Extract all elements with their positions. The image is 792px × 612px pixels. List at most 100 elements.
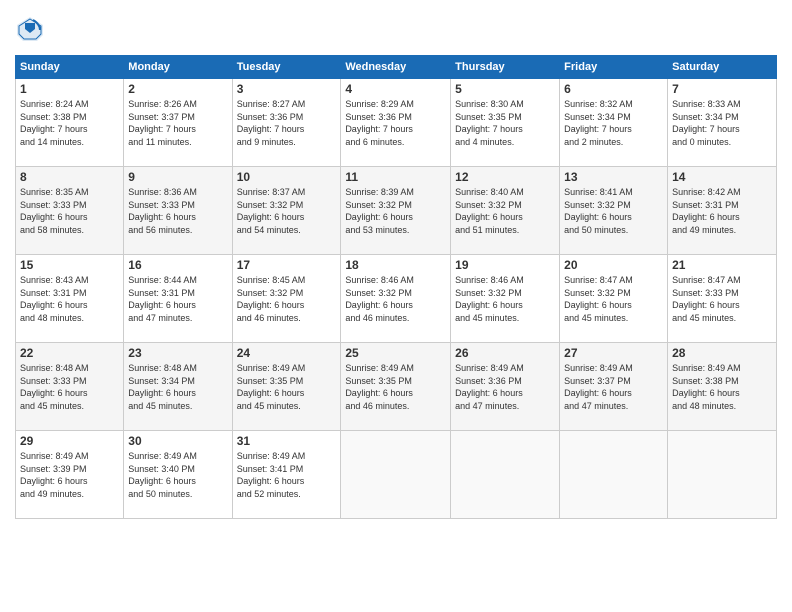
calendar-cell: 28 Sunrise: 8:49 AM Sunset: 3:38 PM Dayli… bbox=[668, 343, 777, 431]
day-info: Sunrise: 8:39 AM Sunset: 3:32 PM Dayligh… bbox=[345, 186, 446, 236]
day-info: Sunrise: 8:47 AM Sunset: 3:32 PM Dayligh… bbox=[564, 274, 663, 324]
day-header-tuesday: Tuesday bbox=[232, 56, 341, 79]
day-info: Sunrise: 8:49 AM Sunset: 3:37 PM Dayligh… bbox=[564, 362, 663, 412]
calendar-cell: 19 Sunrise: 8:46 AM Sunset: 3:32 PM Dayli… bbox=[451, 255, 560, 343]
day-info: Sunrise: 8:36 AM Sunset: 3:33 PM Dayligh… bbox=[128, 186, 227, 236]
calendar-cell: 23Sunrise: 8:48 AM Sunset: 3:34 PM Dayli… bbox=[124, 343, 232, 431]
day-info: Sunrise: 8:47 AM Sunset: 3:33 PM Dayligh… bbox=[672, 274, 772, 324]
calendar-week-5: 29 Sunrise: 8:49 AM Sunset: 3:39 PM Dayli… bbox=[16, 431, 777, 519]
day-number: 25 bbox=[345, 346, 446, 360]
logo bbox=[15, 15, 49, 45]
day-number: 15 bbox=[20, 258, 119, 272]
calendar-cell: 4 Sunrise: 8:29 AM Sunset: 3:36 PM Daylig… bbox=[341, 79, 451, 167]
day-number: 10 bbox=[237, 170, 337, 184]
day-info: Sunrise: 8:49 AM Sunset: 3:36 PM Dayligh… bbox=[455, 362, 555, 412]
calendar-cell: 3 Sunrise: 8:27 AM Sunset: 3:36 PM Daylig… bbox=[232, 79, 341, 167]
day-number: 19 bbox=[455, 258, 555, 272]
day-number: 28 bbox=[672, 346, 772, 360]
day-number: 9 bbox=[128, 170, 227, 184]
day-info: Sunrise: 8:44 AM Sunset: 3:31 PM Dayligh… bbox=[128, 274, 227, 324]
day-number: 4 bbox=[345, 82, 446, 96]
day-header-monday: Monday bbox=[124, 56, 232, 79]
calendar-week-4: 22 Sunrise: 8:48 AM Sunset: 3:33 PM Dayli… bbox=[16, 343, 777, 431]
day-number: 3 bbox=[237, 82, 337, 96]
day-info: Sunrise: 8:46 AM Sunset: 3:32 PM Dayligh… bbox=[455, 274, 555, 324]
day-info: Sunrise: 8:49 AM Sunset: 3:39 PM Dayligh… bbox=[20, 450, 119, 500]
day-info: Sunrise: 8:30 AM Sunset: 3:35 PM Dayligh… bbox=[455, 98, 555, 148]
calendar-cell: 16 Sunrise: 8:44 AM Sunset: 3:31 PM Dayli… bbox=[124, 255, 232, 343]
day-number: 27 bbox=[564, 346, 663, 360]
calendar-cell bbox=[560, 431, 668, 519]
calendar-cell bbox=[668, 431, 777, 519]
calendar-cell: 31 Sunrise: 8:49 AM Sunset: 3:41 PM Dayli… bbox=[232, 431, 341, 519]
day-info: Sunrise: 8:40 AM Sunset: 3:32 PM Dayligh… bbox=[455, 186, 555, 236]
day-number: 21 bbox=[672, 258, 772, 272]
day-number: 16 bbox=[128, 258, 227, 272]
day-number: 31 bbox=[237, 434, 337, 448]
day-number: 12 bbox=[455, 170, 555, 184]
calendar-cell: 15 Sunrise: 8:43 AM Sunset: 3:31 PM Dayli… bbox=[16, 255, 124, 343]
day-info: Sunrise: 8:33 AM Sunset: 3:34 PM Dayligh… bbox=[672, 98, 772, 148]
day-info: Sunrise: 8:49 AM Sunset: 3:40 PM Dayligh… bbox=[128, 450, 227, 500]
header-row: SundayMondayTuesdayWednesdayThursdayFrid… bbox=[16, 56, 777, 79]
day-info: Sunrise: 8:29 AM Sunset: 3:36 PM Dayligh… bbox=[345, 98, 446, 148]
calendar-cell: 9 Sunrise: 8:36 AM Sunset: 3:33 PM Daylig… bbox=[124, 167, 232, 255]
day-number: 18 bbox=[345, 258, 446, 272]
day-number: 29 bbox=[20, 434, 119, 448]
day-info: Sunrise: 8:43 AM Sunset: 3:31 PM Dayligh… bbox=[20, 274, 119, 324]
calendar-cell: 30 Sunrise: 8:49 AM Sunset: 3:40 PM Dayli… bbox=[124, 431, 232, 519]
day-number: 14 bbox=[672, 170, 772, 184]
calendar-week-3: 15 Sunrise: 8:43 AM Sunset: 3:31 PM Dayli… bbox=[16, 255, 777, 343]
calendar-cell: 17 Sunrise: 8:45 AM Sunset: 3:32 PM Dayli… bbox=[232, 255, 341, 343]
day-info: Sunrise: 8:49 AM Sunset: 3:38 PM Dayligh… bbox=[672, 362, 772, 412]
day-header-friday: Friday bbox=[560, 56, 668, 79]
calendar-cell: 20 Sunrise: 8:47 AM Sunset: 3:32 PM Dayli… bbox=[560, 255, 668, 343]
calendar-cell: 2 Sunrise: 8:26 AM Sunset: 3:37 PM Daylig… bbox=[124, 79, 232, 167]
day-info: Sunrise: 8:49 AM Sunset: 3:35 PM Dayligh… bbox=[237, 362, 337, 412]
calendar-cell: 1 Sunrise: 8:24 AM Sunset: 3:38 PM Daylig… bbox=[16, 79, 124, 167]
day-number: 22 bbox=[20, 346, 119, 360]
day-info: Sunrise: 8:27 AM Sunset: 3:36 PM Dayligh… bbox=[237, 98, 337, 148]
day-number: 1 bbox=[20, 82, 119, 96]
day-number: 6 bbox=[564, 82, 663, 96]
day-info: Sunrise: 8:48 AM Sunset: 3:33 PM Dayligh… bbox=[20, 362, 119, 412]
calendar-cell: 6 Sunrise: 8:32 AM Sunset: 3:34 PM Daylig… bbox=[560, 79, 668, 167]
day-info: Sunrise: 8:32 AM Sunset: 3:34 PM Dayligh… bbox=[564, 98, 663, 148]
day-number: 24 bbox=[237, 346, 337, 360]
calendar-cell: 22 Sunrise: 8:48 AM Sunset: 3:33 PM Dayli… bbox=[16, 343, 124, 431]
day-header-wednesday: Wednesday bbox=[341, 56, 451, 79]
day-number: 30 bbox=[128, 434, 227, 448]
day-info: Sunrise: 8:35 AM Sunset: 3:33 PM Dayligh… bbox=[20, 186, 119, 236]
day-info: Sunrise: 8:42 AM Sunset: 3:31 PM Dayligh… bbox=[672, 186, 772, 236]
calendar-cell: 10Sunrise: 8:37 AM Sunset: 3:32 PM Dayli… bbox=[232, 167, 341, 255]
calendar-cell: 29 Sunrise: 8:49 AM Sunset: 3:39 PM Dayli… bbox=[16, 431, 124, 519]
header bbox=[15, 15, 777, 45]
day-header-sunday: Sunday bbox=[16, 56, 124, 79]
day-info: Sunrise: 8:24 AM Sunset: 3:38 PM Dayligh… bbox=[20, 98, 119, 148]
day-number: 20 bbox=[564, 258, 663, 272]
calendar-cell: 25Sunrise: 8:49 AM Sunset: 3:35 PM Dayli… bbox=[341, 343, 451, 431]
day-info: Sunrise: 8:48 AM Sunset: 3:34 PM Dayligh… bbox=[128, 362, 227, 412]
calendar-cell: 7 Sunrise: 8:33 AM Sunset: 3:34 PM Daylig… bbox=[668, 79, 777, 167]
day-number: 17 bbox=[237, 258, 337, 272]
day-number: 5 bbox=[455, 82, 555, 96]
calendar-cell bbox=[451, 431, 560, 519]
calendar-week-1: 1 Sunrise: 8:24 AM Sunset: 3:38 PM Daylig… bbox=[16, 79, 777, 167]
day-info: Sunrise: 8:45 AM Sunset: 3:32 PM Dayligh… bbox=[237, 274, 337, 324]
day-number: 2 bbox=[128, 82, 227, 96]
calendar-cell: 21 Sunrise: 8:47 AM Sunset: 3:33 PM Dayli… bbox=[668, 255, 777, 343]
day-info: Sunrise: 8:41 AM Sunset: 3:32 PM Dayligh… bbox=[564, 186, 663, 236]
day-info: Sunrise: 8:26 AM Sunset: 3:37 PM Dayligh… bbox=[128, 98, 227, 148]
day-number: 11 bbox=[345, 170, 446, 184]
day-number: 26 bbox=[455, 346, 555, 360]
day-number: 8 bbox=[20, 170, 119, 184]
day-info: Sunrise: 8:46 AM Sunset: 3:32 PM Dayligh… bbox=[345, 274, 446, 324]
calendar-cell: 11 Sunrise: 8:39 AM Sunset: 3:32 PM Dayli… bbox=[341, 167, 451, 255]
calendar-table: SundayMondayTuesdayWednesdayThursdayFrid… bbox=[15, 55, 777, 519]
calendar-week-2: 8 Sunrise: 8:35 AM Sunset: 3:33 PM Daylig… bbox=[16, 167, 777, 255]
calendar-cell: 27 Sunrise: 8:49 AM Sunset: 3:37 PM Dayli… bbox=[560, 343, 668, 431]
day-info: Sunrise: 8:49 AM Sunset: 3:41 PM Dayligh… bbox=[237, 450, 337, 500]
calendar-cell: 13 Sunrise: 8:41 AM Sunset: 3:32 PM Dayli… bbox=[560, 167, 668, 255]
day-number: 13 bbox=[564, 170, 663, 184]
day-number: 7 bbox=[672, 82, 772, 96]
